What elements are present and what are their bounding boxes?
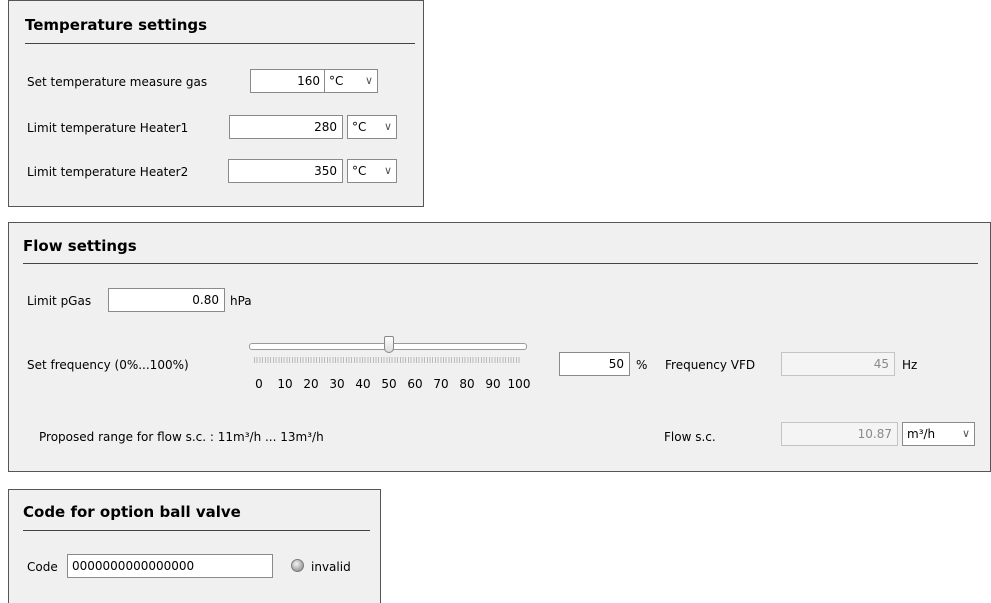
slider-scale-label: 10 (277, 377, 293, 391)
proposed-range-text: Proposed range for flow s.c. : 11m³/h ..… (39, 430, 324, 444)
frequency-vfd-label: Frequency VFD (665, 358, 756, 372)
set-frequency-unit: % (636, 358, 648, 372)
code-status-text: invalid (311, 560, 351, 574)
flow-sc-output: 10.87 (781, 422, 898, 446)
chevron-down-icon: ∨ (961, 427, 970, 440)
set-temperature-label: Set temperature measure gas (27, 75, 208, 89)
limit-heater1-unit-select[interactable]: °C ∨ (347, 115, 397, 139)
status-led-icon (291, 559, 304, 572)
set-frequency-label: Set frequency (0%...100%) (27, 358, 189, 372)
limit-heater1-unit-value: °C (352, 120, 367, 134)
temperature-settings-title: Temperature settings (25, 16, 208, 34)
slider-scale-label: 0 (255, 377, 263, 391)
slider-scale-label: 50 (381, 377, 397, 391)
slider-scale-label: 60 (407, 377, 423, 391)
flow-settings-title: Flow settings (23, 237, 137, 255)
temperature-title-divider (25, 43, 415, 44)
flow-sc-unit-select[interactable]: m³/h ∨ (902, 422, 975, 446)
limit-heater1-label: Limit temperature Heater1 (27, 121, 189, 135)
ball-valve-title-divider (23, 530, 370, 531)
limit-heater1-input[interactable]: 280 (229, 115, 343, 139)
limit-heater2-input[interactable]: 350 (228, 159, 343, 183)
flow-sc-unit-value: m³/h (907, 427, 936, 441)
flow-title-divider (23, 263, 978, 264)
slider-ticks (254, 357, 520, 363)
chevron-down-icon: ∨ (383, 164, 392, 177)
temperature-settings-panel: Temperature settings Set temperature mea… (8, 0, 424, 207)
ball-valve-panel: Code for option ball valve Code 00000000… (8, 489, 381, 603)
slider-scale-label: 20 (303, 377, 319, 391)
code-input[interactable]: 0000000000000000 (67, 554, 273, 578)
flow-settings-panel: Flow settings Limit pGas 0.80 hPa Set fr… (8, 222, 991, 472)
limit-heater2-label: Limit temperature Heater2 (27, 165, 189, 179)
set-temperature-input[interactable]: 160 (250, 69, 326, 93)
limit-heater2-unit-select[interactable]: °C ∨ (347, 159, 397, 183)
set-temperature-unit-select[interactable]: °C ∨ (324, 69, 378, 93)
chevron-down-icon: ∨ (383, 120, 392, 133)
slider-scale-label: 40 (355, 377, 371, 391)
limit-pgas-input[interactable]: 0.80 (108, 288, 225, 312)
slider-scale-label: 30 (329, 377, 345, 391)
slider-scale-label: 90 (485, 377, 501, 391)
slider-scale-label: 70 (433, 377, 449, 391)
frequency-vfd-unit: Hz (902, 358, 918, 372)
flow-sc-label: Flow s.c. (664, 430, 716, 444)
frequency-slider[interactable]: 0 10 20 30 40 50 60 70 80 90 100 (247, 333, 532, 398)
set-temperature-unit-value: °C (329, 74, 344, 88)
limit-pgas-unit: hPa (230, 294, 252, 308)
limit-heater2-unit-value: °C (352, 164, 367, 178)
slider-scale-label: 100 (507, 377, 531, 391)
slider-scale-label: 80 (459, 377, 475, 391)
chevron-down-icon: ∨ (364, 74, 373, 87)
ball-valve-title: Code for option ball valve (23, 503, 241, 521)
slider-scale: 0 10 20 30 40 50 60 70 80 90 100 (247, 377, 532, 393)
frequency-vfd-output: 45 (781, 352, 895, 376)
slider-thumb[interactable] (384, 336, 394, 353)
set-frequency-input[interactable]: 50 (559, 352, 630, 376)
code-label: Code (27, 560, 58, 574)
limit-pgas-label: Limit pGas (27, 294, 92, 308)
